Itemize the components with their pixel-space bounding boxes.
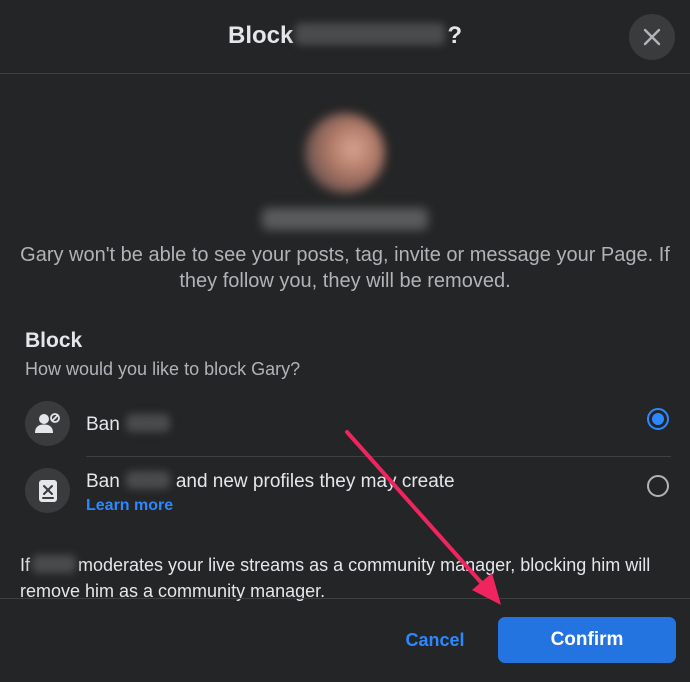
block-dialog: Block? Gary won't be able to see your po… xyxy=(0,0,690,682)
community-manager-note: If moderates your live streams as a commu… xyxy=(20,552,680,604)
redacted-profile-name xyxy=(262,208,428,230)
ban-radio[interactable] xyxy=(647,408,669,430)
footer-divider xyxy=(0,598,690,599)
ban-option[interactable]: Ban xyxy=(25,398,675,448)
radio-dot xyxy=(652,413,664,425)
ban-new-label-prefix: Ban xyxy=(86,471,120,492)
ban-new-profiles-option[interactable]: Ban and new profiles they may create Lear… xyxy=(25,465,675,520)
ban-new-profiles-label: Ban and new profiles they may create xyxy=(86,470,455,493)
note-prefix: If xyxy=(20,555,31,575)
user-ban-icon xyxy=(25,401,70,446)
section-title: Block xyxy=(25,329,83,352)
section-subtitle: How would you like to block Gary? xyxy=(25,359,301,379)
ban-new-label-suffix: and new profiles they may create xyxy=(175,471,455,492)
redacted-name xyxy=(125,413,170,432)
block-description: Gary won't be able to see your posts, ta… xyxy=(20,244,670,292)
redacted-name xyxy=(295,22,446,45)
redacted-name xyxy=(125,470,170,489)
confirm-button[interactable]: Confirm xyxy=(498,617,676,663)
learn-more-link[interactable]: Learn more xyxy=(86,497,173,515)
ban-label-prefix: Ban xyxy=(86,414,120,435)
option-divider xyxy=(86,456,671,457)
ban-new-profiles-radio[interactable] xyxy=(647,475,669,497)
ban-option-label: Ban xyxy=(86,413,176,436)
title-prefix: Block xyxy=(227,22,294,49)
profiles-list-icon xyxy=(25,468,70,513)
close-icon xyxy=(643,28,661,46)
cancel-button[interactable]: Cancel xyxy=(380,617,490,663)
dialog-header: Block? xyxy=(0,0,690,74)
title-suffix: ? xyxy=(447,22,463,49)
note-suffix: moderates your live streams as a communi… xyxy=(20,555,651,601)
profile-avatar xyxy=(305,113,385,193)
redacted-name xyxy=(32,555,77,574)
close-button[interactable] xyxy=(629,14,675,60)
dialog-title: Block? xyxy=(0,20,690,52)
